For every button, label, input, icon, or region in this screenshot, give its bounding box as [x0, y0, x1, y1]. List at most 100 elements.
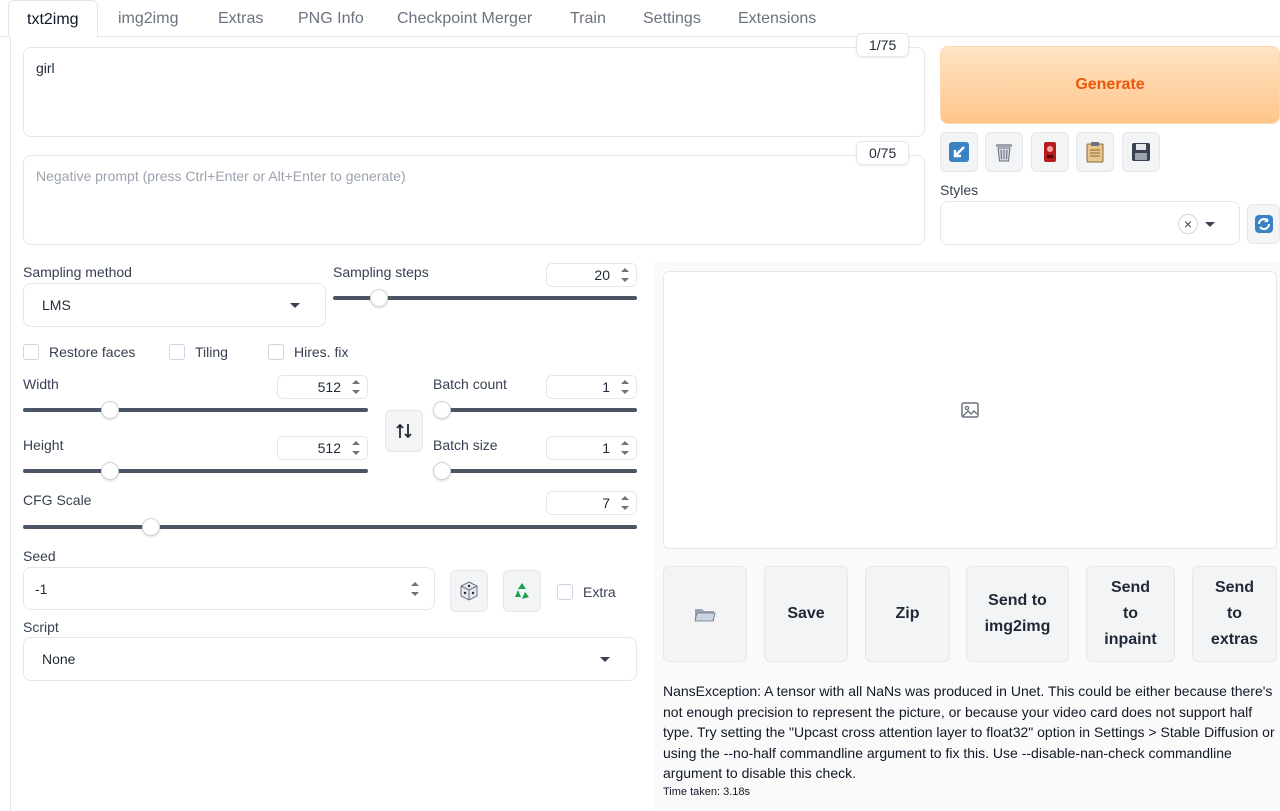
sampling-steps-value: 20: [594, 267, 610, 283]
batch-size-label: Batch size: [433, 437, 498, 453]
hires-fix-checkbox[interactable]: [268, 344, 284, 360]
generate-button[interactable]: Generate: [940, 46, 1280, 124]
dice-icon: [460, 581, 478, 601]
clipboard-icon[interactable]: [1076, 132, 1114, 172]
spinner-icon[interactable]: [620, 495, 630, 511]
cfg-scale-thumb[interactable]: [142, 518, 161, 536]
swap-dimensions-button[interactable]: [385, 410, 423, 452]
cfg-scale-label: CFG Scale: [23, 492, 92, 508]
batch-count-value: 1: [602, 379, 610, 395]
height-value: 512: [317, 440, 341, 456]
send-to-inpaint-button[interactable]: Send to inpaint: [1086, 566, 1175, 662]
extra-seed-label[interactable]: Extra: [583, 584, 616, 600]
tiling-label[interactable]: Tiling: [195, 344, 228, 360]
batch-size-value: 1: [602, 440, 610, 456]
tab-checkpoint-merger[interactable]: Checkpoint Merger: [379, 0, 550, 37]
spinner-icon[interactable]: [620, 440, 630, 456]
button-text: Send to: [988, 592, 1047, 609]
spinner-icon[interactable]: [620, 267, 630, 283]
button-text: to: [1122, 605, 1139, 622]
tiling-checkbox[interactable]: [169, 344, 185, 360]
tab-train[interactable]: Train: [552, 0, 624, 37]
script-value: None: [42, 651, 76, 667]
button-text: Send: [1110, 579, 1151, 596]
clear-icon[interactable]: ×: [1178, 214, 1198, 234]
send-to-img2img-button[interactable]: Send to img2img: [966, 566, 1069, 662]
spinner-icon[interactable]: [351, 379, 361, 395]
tab-bar: txt2img img2img Extras PNG Info Checkpoi…: [0, 0, 1280, 38]
styles-label: Styles: [940, 182, 979, 198]
width-thumb[interactable]: [101, 401, 120, 419]
tab-img2img[interactable]: img2img: [100, 0, 196, 37]
output-image-area[interactable]: [663, 271, 1277, 549]
refresh-icon[interactable]: [1247, 204, 1280, 244]
width-input[interactable]: 512: [277, 375, 368, 399]
swap-arrows-icon: [396, 423, 412, 439]
cfg-scale-slider[interactable]: [23, 525, 637, 529]
button-text: to: [1226, 605, 1243, 622]
width-label: Width: [23, 376, 59, 392]
spinner-icon[interactable]: [410, 581, 420, 597]
save-button[interactable]: Save: [764, 566, 848, 662]
height-input[interactable]: 512: [277, 436, 368, 460]
tab-settings[interactable]: Settings: [625, 0, 719, 37]
batch-count-slider[interactable]: [433, 408, 637, 412]
floppy-save-icon[interactable]: [1122, 132, 1160, 172]
cfg-scale-input[interactable]: 7: [546, 491, 637, 515]
trash-icon[interactable]: [985, 132, 1023, 172]
width-slider[interactable]: [23, 408, 368, 412]
sampling-method-label: Sampling method: [23, 264, 132, 280]
button-text: img2img: [984, 618, 1051, 635]
sampling-steps-thumb[interactable]: [370, 289, 389, 307]
panel-border: [10, 37, 11, 811]
recycle-icon: [515, 583, 529, 599]
script-dropdown[interactable]: None: [23, 637, 637, 681]
sampling-steps-input[interactable]: 20: [546, 263, 637, 287]
extra-seed-checkbox[interactable]: [557, 584, 573, 600]
sampling-method-dropdown[interactable]: LMS: [23, 283, 326, 327]
button-text: extras: [1210, 631, 1259, 648]
seed-label: Seed: [23, 548, 56, 564]
restore-faces-label[interactable]: Restore faces: [49, 344, 135, 360]
restore-faces-checkbox[interactable]: [23, 344, 39, 360]
batch-size-thumb[interactable]: [433, 462, 451, 480]
batch-size-slider[interactable]: [433, 469, 637, 473]
error-message: NansException: A tensor with all NaNs wa…: [663, 683, 1275, 781]
tab-extras[interactable]: Extras: [200, 0, 281, 37]
hires-fix-label[interactable]: Hires. fix: [294, 344, 348, 360]
prompt-input[interactable]: girl: [23, 47, 925, 137]
spinner-icon[interactable]: [620, 379, 630, 395]
batch-count-label: Batch count: [433, 376, 507, 392]
batch-count-input[interactable]: 1: [546, 375, 637, 399]
tab-extensions[interactable]: Extensions: [720, 0, 834, 37]
negative-prompt-input[interactable]: Negative prompt (press Ctrl+Enter or Alt…: [23, 155, 925, 245]
random-seed-button[interactable]: [450, 570, 488, 612]
button-text: Send: [1214, 579, 1255, 596]
height-label: Height: [23, 437, 64, 453]
batch-count-thumb[interactable]: [433, 401, 451, 419]
height-thumb[interactable]: [101, 462, 120, 480]
tab-png-info[interactable]: PNG Info: [280, 0, 382, 37]
spinner-icon[interactable]: [351, 440, 361, 456]
seed-value: -1: [35, 580, 48, 597]
sampling-method-value: LMS: [42, 297, 71, 313]
width-value: 512: [317, 379, 341, 395]
red-badge-icon[interactable]: [1031, 132, 1069, 172]
sampling-steps-label: Sampling steps: [333, 264, 429, 280]
folder-icon: [694, 609, 716, 622]
negative-prompt-token-counter: 0/75: [856, 141, 910, 165]
zip-button[interactable]: Zip: [865, 566, 950, 662]
reuse-seed-button[interactable]: [503, 570, 541, 612]
height-slider[interactable]: [23, 469, 368, 473]
image-icon: [961, 402, 979, 418]
tab-txt2img[interactable]: txt2img: [8, 0, 98, 38]
button-text: inpaint: [1104, 631, 1157, 648]
batch-size-input[interactable]: 1: [546, 436, 637, 460]
seed-input[interactable]: -1: [23, 567, 435, 610]
chevron-down-icon: [1205, 222, 1215, 227]
styles-dropdown[interactable]: ×: [940, 201, 1240, 245]
open-folder-button[interactable]: [663, 566, 747, 662]
send-to-extras-button[interactable]: Send to extras: [1192, 566, 1277, 662]
paste-arrow-icon[interactable]: [940, 132, 978, 172]
cfg-scale-value: 7: [602, 495, 610, 511]
